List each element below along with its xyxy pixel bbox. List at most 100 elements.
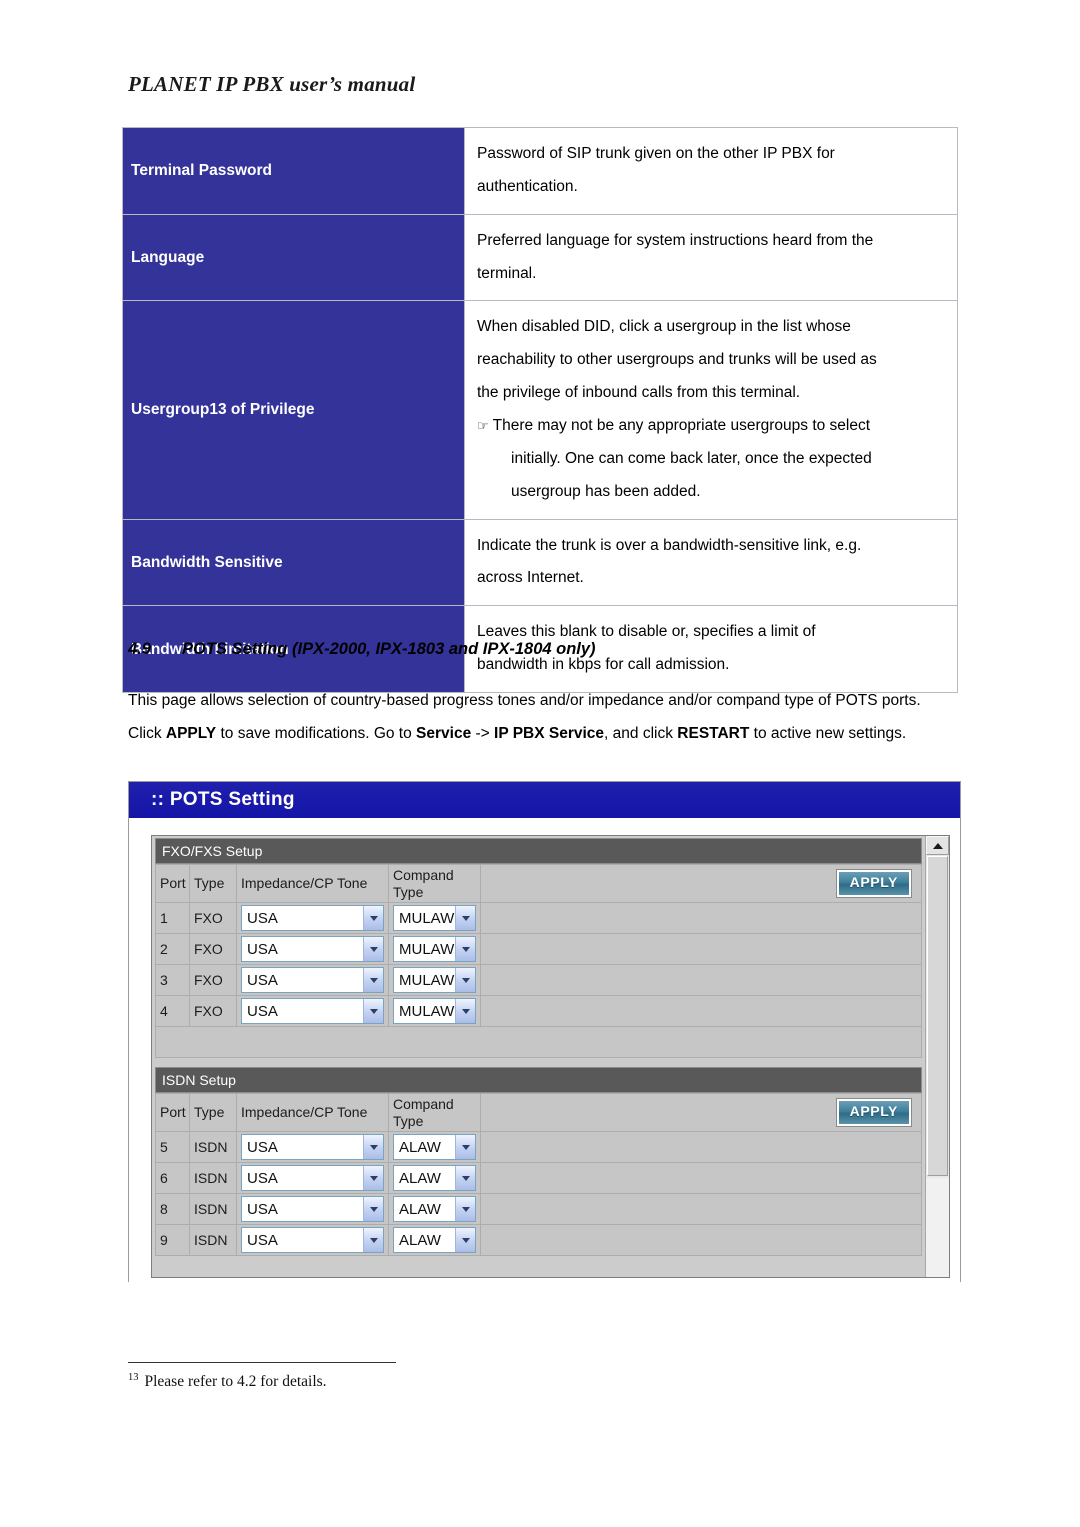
section-paragraph: This page allows selection of country-ba… [128, 692, 921, 742]
impedance-select-value: USA [247, 971, 278, 989]
compand-select[interactable]: MULAW [393, 905, 476, 932]
compand-select[interactable]: ALAW [393, 1227, 476, 1254]
param-label-bandwidth-sensitive: Bandwidth Sensitive [122, 518, 465, 607]
section-header-isdn: ISDN Setup [155, 1067, 922, 1094]
param-label-language: Language [122, 213, 465, 302]
desc-note-line: usergroup has been added. [511, 482, 701, 500]
param-desc-terminal-password: Password of SIP trunk given on the other… [464, 127, 958, 215]
fxo-fxs-table: Port Type Impedance/CP Tone Compand Type… [155, 863, 922, 1059]
cell-compand: ALAW [388, 1224, 481, 1257]
chevron-down-icon[interactable] [455, 1228, 475, 1253]
cell-impedance: USA [236, 964, 389, 997]
cell-impedance: USA [236, 902, 389, 935]
chevron-down-icon[interactable] [455, 906, 475, 931]
chevron-down-icon[interactable] [455, 1197, 475, 1222]
chevron-down-icon[interactable] [455, 999, 475, 1024]
desc-note-line: initially. One can come back later, once… [511, 449, 872, 467]
desc-line: Indicate the trunk is over a bandwidth-s… [477, 536, 862, 554]
cell-port: 6 [155, 1162, 190, 1195]
impedance-select[interactable]: USA [241, 905, 384, 932]
vertical-scrollbar[interactable] [925, 836, 949, 1277]
cell-impedance: USA [236, 1131, 389, 1164]
chevron-down-icon[interactable] [363, 1197, 383, 1222]
desc-line: the privilege of inbound calls from this… [477, 384, 801, 402]
desc-line: terminal. [477, 264, 537, 282]
table-row: Usergroup13 of Privilege When disabled D… [122, 300, 958, 520]
cell-compand: MULAW [388, 933, 481, 966]
parameter-description-table: Terminal Password Password of SIP trunk … [122, 127, 958, 694]
apply-button-fxo[interactable]: APPLY [835, 869, 913, 898]
table-row: 3 FXO USA MULAW [155, 964, 922, 997]
chevron-down-icon[interactable] [455, 937, 475, 962]
param-desc-usergroup-of-privilege: When disabled DID, click a usergroup in … [464, 300, 958, 520]
cell-compand: ALAW [388, 1131, 481, 1164]
chevron-down-icon[interactable] [363, 1135, 383, 1160]
column-header-compand-type: Compand Type [388, 1093, 481, 1133]
cell-type: FXO [189, 902, 237, 935]
chevron-down-icon[interactable] [363, 999, 383, 1024]
cell-impedance: USA [236, 995, 389, 1028]
desc-line: Password of SIP trunk given on the other… [477, 145, 835, 162]
apply-button-isdn[interactable]: APPLY [835, 1098, 913, 1127]
impedance-select[interactable]: USA [241, 1227, 384, 1254]
impedance-select[interactable]: USA [241, 998, 384, 1025]
cell-port: 1 [155, 902, 190, 935]
apply-cell-fxo: APPLY [480, 863, 922, 904]
scroll-up-arrow-icon[interactable] [926, 836, 949, 855]
chevron-down-icon[interactable] [455, 968, 475, 993]
desc-line: across Internet. [477, 569, 584, 587]
table-row: Bandwidth Sensitive Indicate the trunk i… [122, 518, 958, 607]
impedance-select[interactable]: USA [241, 1196, 384, 1223]
compand-select-value: MULAW [399, 909, 455, 927]
impedance-select-value: USA [247, 909, 278, 927]
impedance-select[interactable]: USA [241, 967, 384, 994]
compand-select[interactable]: ALAW [393, 1134, 476, 1161]
chevron-down-icon[interactable] [363, 1228, 383, 1253]
impedance-select-value: USA [247, 1138, 278, 1156]
compand-select[interactable]: MULAW [393, 936, 476, 963]
param-label-terminal-password: Terminal Password [122, 127, 465, 215]
impedance-select[interactable]: USA [241, 936, 384, 963]
cell-port: 4 [155, 995, 190, 1028]
param-label-usergroup-of-privilege: Usergroup13 of Privilege [122, 300, 465, 520]
pointing-hand-icon: ☞ [477, 419, 489, 435]
compand-select-value: MULAW [399, 971, 455, 989]
cell-type: ISDN [189, 1224, 237, 1257]
chevron-down-icon[interactable] [363, 968, 383, 993]
cell-filler [480, 995, 922, 1028]
column-header-impedance: Impedance/CP Tone [236, 863, 389, 904]
desc-line: Preferred language for system instructio… [477, 231, 874, 249]
cell-type: FXO [189, 933, 237, 966]
compand-select[interactable]: MULAW [393, 967, 476, 994]
scrollbar-thumb[interactable] [927, 856, 948, 1176]
compand-select[interactable]: ALAW [393, 1165, 476, 1192]
compand-select-value: ALAW [399, 1169, 441, 1187]
impedance-select-value: USA [247, 1002, 278, 1020]
cell-port: 8 [155, 1193, 190, 1226]
compand-select[interactable]: ALAW [393, 1196, 476, 1223]
compand-select-value: ALAW [399, 1231, 441, 1249]
compand-select-value: ALAW [399, 1138, 441, 1156]
section-header-fxo-fxs: FXO/FXS Setup [155, 838, 922, 864]
impedance-select[interactable]: USA [241, 1165, 384, 1192]
cell-filler [480, 1162, 922, 1195]
chevron-down-icon[interactable] [455, 1166, 475, 1191]
impedance-select[interactable]: USA [241, 1134, 384, 1161]
cell-filler [480, 1131, 922, 1164]
footnote-marker: 13 [128, 1372, 139, 1383]
compand-select[interactable]: MULAW [393, 998, 476, 1025]
chevron-down-icon[interactable] [363, 1166, 383, 1191]
cell-type: FXO [189, 995, 237, 1028]
settings-panel: FXO/FXS Setup Port Type Impedance/CP Ton… [151, 835, 950, 1278]
compand-select-value: MULAW [399, 1002, 455, 1020]
cell-port: 2 [155, 933, 190, 966]
cell-filler [480, 964, 922, 997]
scrollbar-track[interactable] [926, 1178, 949, 1277]
chevron-down-icon[interactable] [363, 937, 383, 962]
chevron-down-icon[interactable] [363, 906, 383, 931]
cell-impedance: USA [236, 933, 389, 966]
chevron-down-icon[interactable] [455, 1135, 475, 1160]
cell-filler [480, 1224, 922, 1257]
cell-impedance: USA [236, 1224, 389, 1257]
